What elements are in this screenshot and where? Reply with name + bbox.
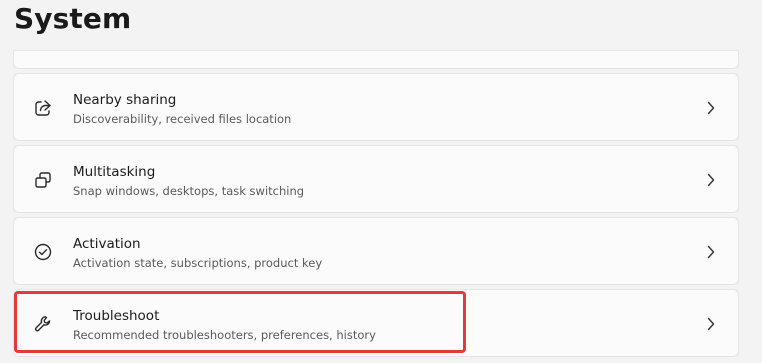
share-icon [32,97,54,119]
settings-row-title: Activation [73,236,141,252]
chevron-right-icon [704,170,718,190]
settings-row-troubleshoot[interactable]: Troubleshoot Recommended troubleshooters… [13,289,739,357]
chevron-right-icon [704,242,718,262]
settings-row-description: Snap windows, desktops, task switching [73,184,305,198]
settings-row-title: Nearby sharing [73,92,177,108]
chevron-right-icon [704,314,718,334]
wrench-icon [32,313,54,335]
settings-card-partial[interactable] [13,50,739,69]
settings-list: Nearby sharing Discoverability, received… [13,0,739,363]
chevron-right-icon [704,98,718,118]
settings-row-description: Recommended troubleshooters, preferences… [73,328,376,342]
settings-row-description: Activation state, subscriptions, product… [73,256,323,270]
settings-row-multitasking[interactable]: Multitasking Snap windows, desktops, tas… [13,145,739,213]
multitasking-icon [32,169,54,191]
settings-row-description: Discoverability, received files location [73,112,292,126]
settings-row-title: Multitasking [73,164,156,180]
settings-row-title: Troubleshoot [73,308,160,324]
checkmark-circle-icon [32,241,54,263]
settings-row-activation[interactable]: Activation Activation state, subscriptio… [13,217,739,285]
settings-row-nearby-sharing[interactable]: Nearby sharing Discoverability, received… [13,73,739,141]
